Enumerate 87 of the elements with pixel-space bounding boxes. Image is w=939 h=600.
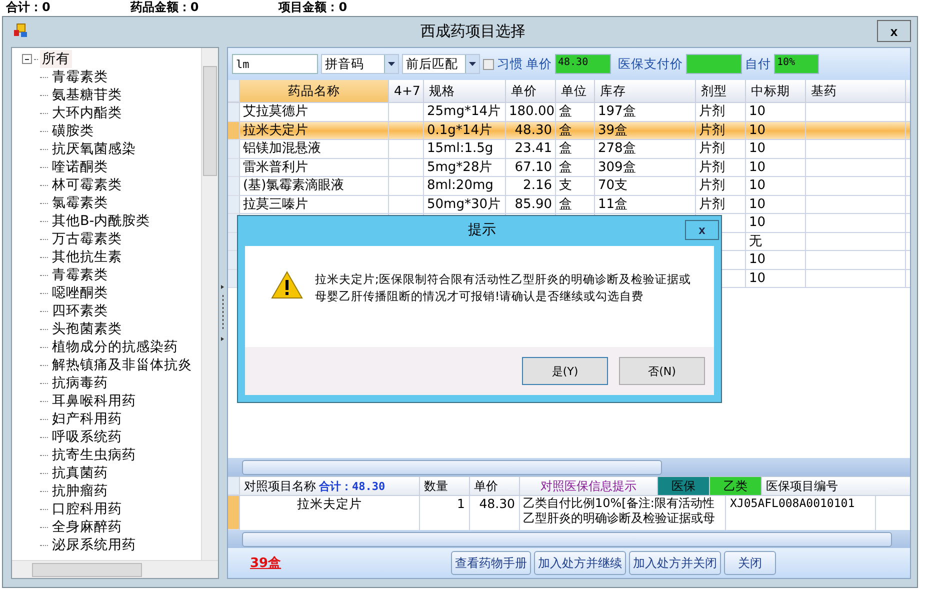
tree-item[interactable]: 植物成分的抗感染药 [50, 338, 180, 356]
tree-item[interactable]: 林可霉素类 [50, 176, 124, 194]
tree-item[interactable]: 其他B-内酰胺类 [50, 212, 152, 230]
scrollbar[interactable] [228, 458, 910, 476]
table-cell: 10 [746, 270, 806, 288]
column-header[interactable]: 剂型 [696, 80, 746, 102]
footer-button[interactable]: 关闭 [724, 551, 776, 575]
collapse-icon[interactable] [22, 54, 32, 64]
search-field[interactable]: lm [232, 54, 318, 74]
caret-icon [388, 62, 395, 66]
summary-label: 合计：0 [6, 0, 50, 16]
column-header[interactable]: 药品名称 [240, 80, 389, 102]
column-header[interactable]: 单位 [556, 80, 595, 102]
tree-item[interactable]: 口腔科用药 [50, 500, 124, 518]
column-header: 单价 [470, 477, 520, 495]
close-button[interactable]: x [685, 220, 719, 240]
summary-label: 项目金额：0 [278, 0, 348, 16]
tree-item[interactable]: 青霉素类 [50, 68, 110, 86]
tree-item[interactable]: 磺胺类 [50, 122, 96, 140]
splitter-grip-icon[interactable] [221, 283, 225, 343]
tree-item[interactable]: 呼吸系统药 [50, 428, 124, 446]
dialog-button[interactable]: 是(Y) [522, 357, 608, 385]
table-row[interactable]: 拉莫三嗪片 50mg*30片 85.90 盒 11盒 片剂 10 [228, 196, 910, 214]
table-row[interactable]: 雷米普利片 5mg*28片 67.10 盒 309盒 片剂 10 [228, 158, 910, 177]
insurance-price-field [686, 54, 742, 74]
tree-item[interactable]: 泌尿系统用药 [50, 536, 138, 554]
tree-item[interactable]: 其他抗生素 [50, 248, 124, 266]
tree-item[interactable]: 抗真菌药 [50, 464, 110, 482]
column-header[interactable]: 中标期 [746, 80, 806, 102]
close-button[interactable]: x [877, 20, 911, 42]
tree-item[interactable]: 抗肿瘤药 [50, 482, 110, 500]
price-field: 48.30 [555, 54, 611, 74]
price-label: 单价 [526, 56, 552, 72]
tree-item[interactable]: 四环素类 [50, 302, 110, 320]
match-mode-dropdown[interactable]: 前后匹配 [402, 54, 480, 74]
total-label: 合计：48.30 [319, 480, 386, 493]
tree-item[interactable]: 氯霉素类 [50, 194, 110, 212]
column-header[interactable]: 单价 [506, 80, 556, 102]
tree-item[interactable]: 抗病毒药 [50, 374, 110, 392]
footer-button[interactable]: 加入处方并关闭 [629, 551, 721, 575]
dialog-button[interactable]: 否(N) [619, 357, 705, 385]
tree-item[interactable]: 妇产科用药 [50, 410, 124, 428]
column-header: 医保项目编号 [762, 477, 910, 495]
self-pay-field: 10% [774, 54, 819, 74]
tree-item[interactable]: 头孢菌素类 [50, 320, 124, 338]
scrollbar[interactable] [228, 530, 910, 548]
checkbox-label: 习惯 [497, 56, 523, 72]
warning-icon [271, 271, 303, 299]
column-header[interactable]: 基药 [806, 80, 906, 102]
tree-item[interactable]: 大环内酯类 [50, 104, 124, 122]
tree-item[interactable]: 全身麻醉药 [50, 518, 124, 536]
tree-item[interactable]: 噁唑酮类 [50, 284, 110, 302]
stock-label: 39盒 [250, 555, 282, 572]
table-row[interactable]: 艾拉莫德片 25mg*14片 180.00 盒 197盒 片剂 10 [228, 103, 910, 122]
tree-item[interactable]: 抗寄生虫病药 [50, 446, 138, 464]
table-row[interactable]: 拉米夫定片 0.1g*14片 48.30 盒 39盒 片剂 10 [228, 122, 910, 140]
tree-item[interactable]: 喹诺酮类 [50, 158, 110, 176]
category-tag: 乙类 [710, 477, 762, 495]
footer-button[interactable]: 查看药物手册 [451, 551, 531, 575]
column-header[interactable]: 4+7 [389, 80, 424, 102]
caret-icon [469, 62, 476, 66]
column-header: 对照项目名称 [244, 479, 316, 493]
tree-item[interactable]: 万古霉素类 [50, 230, 124, 248]
window-title: 西成药项目选择 [420, 22, 526, 40]
table-row[interactable]: 铝镁加混悬液 15ml:1.5g 23.41 盒 278盒 片剂 10 [228, 140, 910, 158]
footer-button[interactable]: 加入处方并继续 [534, 551, 626, 575]
tree-item[interactable]: 耳鼻喉科用药 [50, 392, 138, 410]
table-row[interactable]: (基)氯霉素滴眼液 8ml:20mg 2.16 支 70支 片剂 10 [228, 177, 910, 196]
self-pay-label: 自付 [745, 56, 771, 72]
tree-item[interactable]: 抗厌氧菌感染 [50, 140, 138, 158]
scrollbar[interactable] [12, 560, 218, 578]
summary-label: 药品金额：0 [130, 0, 199, 16]
app-icon [13, 23, 29, 39]
tree-item[interactable]: 氨基糖苷类 [50, 86, 124, 104]
tree-item[interactable]: 解热镇痛及非甾体抗炎 [50, 356, 194, 374]
dialog-title: 提示 [467, 221, 497, 239]
column-header: 数量 [420, 477, 470, 495]
column-header[interactable]: 规格 [424, 80, 506, 102]
dialog-message: 拉米夫定片;医保限制符合限有活动性乙型肝炎的明确诊断及检验证据或母婴乙肝传播阻断的情况才可报销!请确认是否继续或勾选自费 [315, 271, 692, 305]
column-header[interactable]: 库存 [595, 80, 696, 102]
tree-item[interactable]: 青霉素类 [50, 266, 110, 284]
scrollbar[interactable] [201, 48, 218, 560]
tree-item[interactable]: 所有 [40, 50, 72, 68]
code-type-dropdown[interactable]: 拼音码 [321, 54, 399, 74]
insurance-price-label: 医保支付价 [618, 56, 683, 72]
insurance-tag: 医保 [658, 477, 710, 495]
checkbox[interactable] [483, 58, 494, 70]
